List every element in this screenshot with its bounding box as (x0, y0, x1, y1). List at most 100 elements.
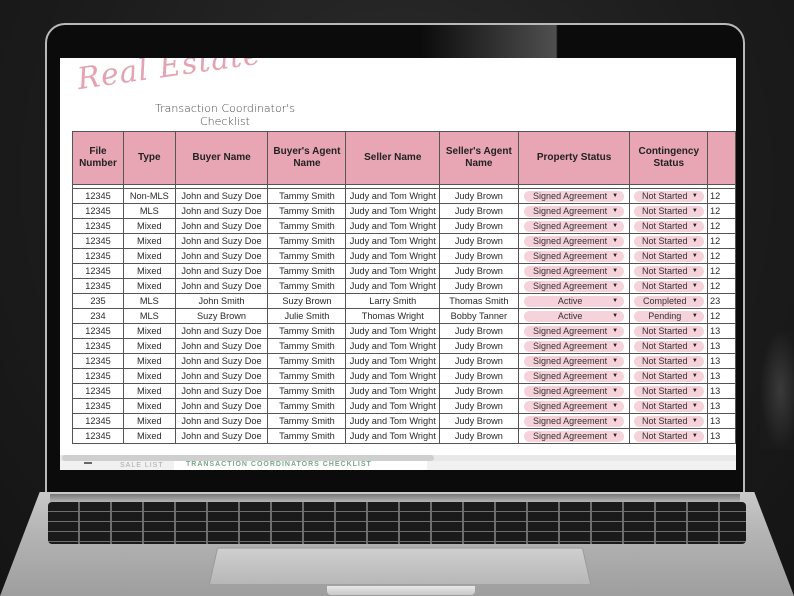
dropdown-caret-icon[interactable]: ▼ (692, 193, 698, 199)
dropdown-caret-icon[interactable]: ▼ (612, 223, 618, 229)
property-status-dropdown[interactable]: Signed Agreement ▼ (524, 430, 625, 442)
col-buyers-agent-name[interactable]: Buyer's Agent Name (267, 131, 347, 185)
cell-sellers-agent[interactable]: Judy Brown (439, 383, 519, 399)
col-buyer-name[interactable]: Buyer Name (174, 131, 269, 185)
property-status-dropdown[interactable]: Signed Agreement ▼ (524, 340, 625, 352)
dropdown-caret-icon[interactable]: ▼ (692, 253, 698, 259)
contingency-status-dropdown[interactable]: Not Started ▼ (633, 205, 704, 217)
cell-file-number[interactable]: 234 (72, 308, 124, 324)
col-type[interactable]: Type (122, 131, 176, 185)
contingency-status-dropdown[interactable]: Pending ▼ (633, 310, 704, 322)
property-status-dropdown[interactable]: Signed Agreement ▼ (524, 190, 625, 202)
cell-type[interactable]: Mixed (122, 368, 176, 384)
property-status-dropdown[interactable]: Signed Agreement ▼ (524, 250, 625, 262)
cell-seller-name[interactable]: Thomas Wright (345, 308, 441, 324)
dropdown-caret-icon[interactable]: ▼ (692, 223, 698, 229)
all-sheets-menu-icon[interactable] (84, 462, 92, 464)
cell-buyers-agent[interactable]: Tammy Smith (267, 353, 347, 369)
cell-next-column[interactable]: 23 (707, 293, 736, 309)
dropdown-caret-icon[interactable]: ▼ (612, 328, 618, 334)
cell-buyers-agent[interactable]: Tammy Smith (267, 218, 347, 234)
cell-type[interactable]: Mixed (122, 233, 176, 249)
cell-seller-name[interactable]: Judy and Tom Wright (345, 368, 441, 384)
dropdown-caret-icon[interactable]: ▼ (692, 433, 698, 439)
property-status-dropdown[interactable]: Signed Agreement ▼ (524, 235, 625, 247)
col-contingency-status[interactable]: Contingency Status (629, 131, 709, 185)
cell-buyer-name[interactable]: John and Suzy Doe (174, 203, 269, 219)
cell-buyer-name[interactable]: John and Suzy Doe (174, 233, 269, 249)
dropdown-caret-icon[interactable]: ▼ (692, 388, 698, 394)
cell-buyers-agent[interactable]: Tammy Smith (267, 248, 347, 264)
dropdown-caret-icon[interactable]: ▼ (692, 298, 698, 304)
property-status-dropdown[interactable]: Signed Agreement ▼ (524, 370, 625, 382)
dropdown-caret-icon[interactable]: ▼ (692, 268, 698, 274)
cell-sellers-agent[interactable]: Judy Brown (439, 368, 519, 384)
cell-type[interactable]: MLS (122, 203, 176, 219)
cell-sellers-agent[interactable]: Judy Brown (439, 188, 519, 204)
cell-next-column[interactable]: 12 (707, 308, 736, 324)
cell-next-column[interactable]: 13 (707, 368, 736, 384)
cell-seller-name[interactable]: Judy and Tom Wright (345, 413, 441, 429)
cell-type[interactable]: Mixed (122, 248, 176, 264)
cell-buyers-agent[interactable]: Tammy Smith (267, 278, 347, 294)
cell-type[interactable]: Mixed (122, 353, 176, 369)
cell-sellers-agent[interactable]: Judy Brown (439, 263, 519, 279)
col-next-cut-off[interactable] (707, 131, 736, 185)
cell-buyers-agent[interactable]: Tammy Smith (267, 383, 347, 399)
cell-seller-name[interactable]: Judy and Tom Wright (345, 353, 441, 369)
cell-buyers-agent[interactable]: Tammy Smith (267, 338, 347, 354)
contingency-status-dropdown[interactable]: Not Started ▼ (633, 190, 704, 202)
dropdown-caret-icon[interactable]: ▼ (692, 238, 698, 244)
cell-seller-name[interactable]: Judy and Tom Wright (345, 338, 441, 354)
property-status-dropdown[interactable]: Active ▼ (524, 295, 625, 307)
cell-buyers-agent[interactable]: Tammy Smith (267, 263, 347, 279)
dropdown-caret-icon[interactable]: ▼ (692, 328, 698, 334)
dropdown-caret-icon[interactable]: ▼ (692, 358, 698, 364)
cell-seller-name[interactable]: Judy and Tom Wright (345, 263, 441, 279)
cell-seller-name[interactable]: Judy and Tom Wright (345, 383, 441, 399)
property-status-dropdown[interactable]: Signed Agreement ▼ (524, 265, 625, 277)
dropdown-caret-icon[interactable]: ▼ (612, 433, 618, 439)
cell-type[interactable]: Mixed (122, 398, 176, 414)
dropdown-caret-icon[interactable]: ▼ (612, 268, 618, 274)
dropdown-caret-icon[interactable]: ▼ (692, 313, 698, 319)
cell-next-column[interactable]: 13 (707, 398, 736, 414)
cell-sellers-agent[interactable]: Judy Brown (439, 428, 519, 444)
cell-next-column[interactable]: 12 (707, 203, 736, 219)
cell-file-number[interactable]: 12345 (72, 413, 124, 429)
cell-next-column[interactable]: 13 (707, 383, 736, 399)
property-status-dropdown[interactable]: Signed Agreement ▼ (524, 385, 625, 397)
dropdown-caret-icon[interactable]: ▼ (612, 403, 618, 409)
cell-type[interactable]: Mixed (122, 218, 176, 234)
cell-sellers-agent[interactable]: Judy Brown (439, 398, 519, 414)
cell-file-number[interactable]: 12345 (72, 188, 124, 204)
cell-sellers-agent[interactable]: Judy Brown (439, 323, 519, 339)
contingency-status-dropdown[interactable]: Not Started ▼ (633, 235, 704, 247)
cell-file-number[interactable]: 12345 (72, 323, 124, 339)
property-status-dropdown[interactable]: Signed Agreement ▼ (524, 325, 625, 337)
col-seller-name[interactable]: Seller Name (345, 131, 441, 185)
dropdown-caret-icon[interactable]: ▼ (612, 373, 618, 379)
cell-type[interactable]: Mixed (122, 428, 176, 444)
contingency-status-dropdown[interactable]: Not Started ▼ (633, 385, 704, 397)
cell-buyers-agent[interactable]: Suzy Brown (267, 293, 347, 309)
cell-buyers-agent[interactable]: Tammy Smith (267, 413, 347, 429)
cell-next-column[interactable]: 12 (707, 233, 736, 249)
contingency-status-dropdown[interactable]: Completed ▼ (633, 295, 704, 307)
dropdown-caret-icon[interactable]: ▼ (612, 343, 618, 349)
cell-sellers-agent[interactable]: Judy Brown (439, 233, 519, 249)
cell-buyer-name[interactable]: John and Suzy Doe (174, 338, 269, 354)
cell-file-number[interactable]: 12345 (72, 218, 124, 234)
cell-file-number[interactable]: 12345 (72, 398, 124, 414)
cell-buyer-name[interactable]: John and Suzy Doe (174, 413, 269, 429)
cell-sellers-agent[interactable]: Judy Brown (439, 413, 519, 429)
cell-buyer-name[interactable]: John and Suzy Doe (174, 263, 269, 279)
dropdown-caret-icon[interactable]: ▼ (612, 208, 618, 214)
dropdown-caret-icon[interactable]: ▼ (612, 253, 618, 259)
sheet-tab-sale-list[interactable]: SALE LIST (120, 462, 164, 469)
cell-next-column[interactable]: 12 (707, 248, 736, 264)
cell-file-number[interactable]: 12345 (72, 248, 124, 264)
cell-seller-name[interactable]: Judy and Tom Wright (345, 218, 441, 234)
dropdown-caret-icon[interactable]: ▼ (612, 298, 618, 304)
cell-buyer-name[interactable]: John Smith (174, 293, 269, 309)
